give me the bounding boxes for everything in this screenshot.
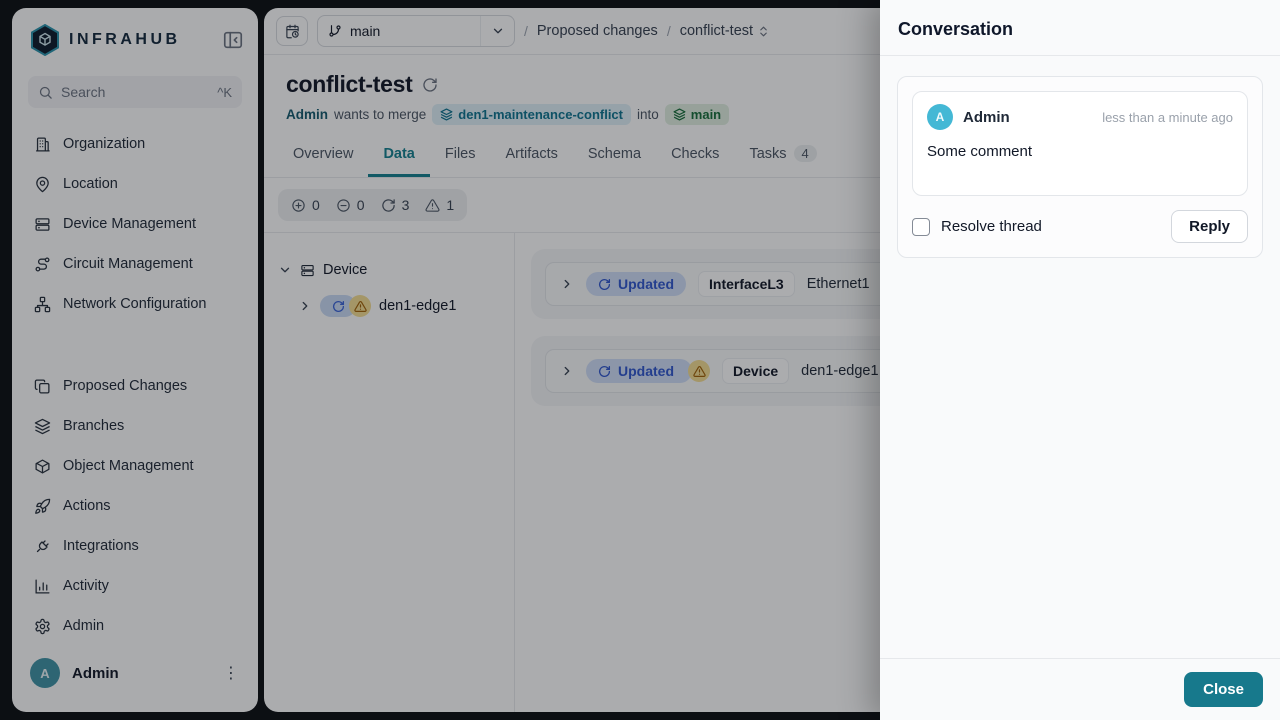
drawer-header: Conversation: [880, 0, 1280, 56]
drawer-footer: Close: [880, 658, 1280, 720]
comment-text: Some comment: [927, 143, 1033, 160]
reply-button[interactable]: Reply: [1171, 210, 1248, 243]
avatar: A: [927, 104, 953, 130]
conversation-drawer: Conversation A Admin less than a minute …: [880, 0, 1280, 720]
drawer-title: Conversation: [898, 19, 1014, 39]
comment-timestamp: less than a minute ago: [1102, 109, 1233, 125]
drawer-body: A Admin less than a minute ago Some comm…: [880, 56, 1280, 658]
comment-card: A Admin less than a minute ago Some comm…: [912, 91, 1248, 196]
comment-author: Admin: [963, 108, 1010, 126]
resolve-thread-checkbox[interactable]: [912, 217, 930, 236]
resolve-thread-control[interactable]: Resolve thread: [912, 217, 1171, 236]
resolve-thread-label: Resolve thread: [941, 218, 1042, 235]
close-button[interactable]: Close: [1184, 672, 1263, 707]
thread-card: A Admin less than a minute ago Some comm…: [897, 76, 1263, 258]
